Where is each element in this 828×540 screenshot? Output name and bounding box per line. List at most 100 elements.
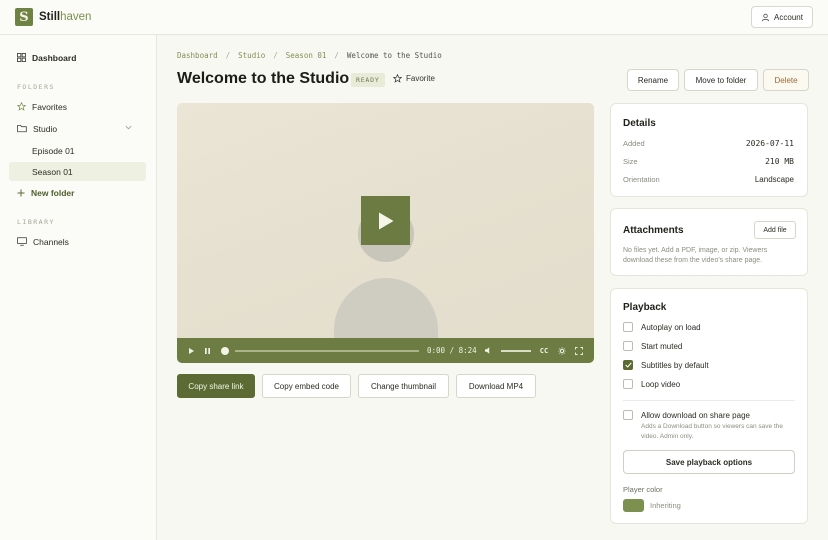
save-playback-button[interactable]: Save playback options: [623, 450, 795, 474]
settings-button[interactable]: [556, 338, 568, 363]
progress-scrubber[interactable]: [221, 347, 229, 355]
allow-download-option[interactable]: Allow download on share page: [623, 410, 750, 420]
sidebar-item-dashboard[interactable]: Dashboard: [9, 48, 146, 67]
sidebar-item-label: Episode 01: [32, 145, 75, 156]
breadcrumb-link[interactable]: Studio: [238, 51, 265, 60]
move-to-folder-button[interactable]: Move to folder: [684, 69, 758, 91]
delete-button[interactable]: Delete: [763, 69, 809, 91]
current-time: 0:00: [427, 346, 446, 355]
attachments-card: Attachments Add file No files yet. Add a…: [610, 208, 808, 276]
breadcrumb-separator: /: [273, 51, 278, 60]
details-card: Details Added 2026-07-11 Size 210 MB Ori…: [610, 103, 808, 197]
orientation-label: Orientation: [623, 175, 660, 184]
player-controls: 0:00 / 8:24 CC: [177, 338, 594, 363]
breadcrumb-separator: /: [225, 51, 231, 60]
breadcrumb-link[interactable]: Dashboard: [177, 51, 218, 60]
allow-download-checkbox[interactable]: [623, 410, 633, 420]
sidebar-item-label: Channels: [33, 236, 69, 247]
start-muted-checkbox[interactable]: [623, 341, 633, 351]
play-button[interactable]: [361, 196, 410, 245]
allow-download-label: Allow download on share page: [641, 410, 750, 420]
loop-checkbox[interactable]: [623, 379, 633, 389]
autoplay-option[interactable]: Autoplay on load: [623, 322, 701, 332]
autoplay-label: Autoplay on load: [641, 322, 701, 332]
star-icon: [17, 102, 26, 111]
fullscreen-button[interactable]: [573, 338, 585, 363]
folder-icon: [17, 124, 27, 133]
video-thumbnail-body: [334, 278, 438, 338]
download-mp4-button[interactable]: Download MP4: [456, 374, 536, 398]
volume-control[interactable]: [482, 338, 494, 363]
attachments-help-line: No files yet. Add a PDF, image, or zip. …: [623, 247, 768, 254]
account-label: Account: [774, 12, 803, 22]
sidebar-item-channels[interactable]: Channels: [9, 232, 146, 251]
new-folder-button[interactable]: New folder: [9, 183, 146, 202]
play-control[interactable]: [186, 338, 196, 363]
brand-name-part: Still: [39, 11, 61, 23]
sidebar-item-label: Season 01: [32, 166, 73, 177]
change-thumbnail-button[interactable]: Change thumbnail: [358, 374, 449, 398]
sidebar-item-studio[interactable]: Studio: [9, 119, 146, 138]
size-label: Size: [623, 157, 638, 166]
breadcrumb-current: Welcome to the Studio: [346, 51, 442, 60]
divider: [623, 400, 795, 401]
sidebar-item-label: Studio: [33, 123, 58, 134]
added-value: 2026-07-11: [745, 139, 794, 148]
pause-control[interactable]: [202, 338, 212, 363]
page-title: Welcome to the Studio: [177, 70, 350, 87]
chevron-down-icon[interactable]: [125, 125, 132, 130]
sidebar: Dashboard FOLDERS Favorites Studio Episo…: [0, 35, 157, 540]
favorite-button[interactable]: Favorite: [393, 74, 435, 83]
gear-icon: [558, 346, 566, 355]
sidebar-item-favorites[interactable]: Favorites: [9, 97, 146, 116]
autoplay-checkbox[interactable]: [623, 322, 633, 332]
grid-icon: [17, 53, 26, 62]
breadcrumb-link[interactable]: Season 01: [286, 51, 327, 60]
allow-download-help: Adds a Download button so viewers can sa…: [641, 423, 784, 430]
add-file-button[interactable]: Add file: [754, 221, 796, 239]
volume-icon: [484, 347, 489, 354]
playback-card: Playback Autoplay on load Start muted Su…: [610, 288, 808, 524]
player-color-swatch[interactable]: [623, 499, 644, 512]
section-label-folders: FOLDERS: [17, 83, 55, 91]
attachments-title: Attachments: [623, 225, 684, 236]
allow-download-help: video. Admin only.: [641, 433, 694, 440]
captions-button[interactable]: CC: [537, 338, 551, 363]
progress-track[interactable]: [235, 350, 419, 352]
video-player[interactable]: 0:00 / 8:24 CC: [177, 103, 594, 363]
loop-option[interactable]: Loop video: [623, 379, 680, 389]
subtitles-checkbox[interactable]: [623, 360, 633, 370]
loop-label: Loop video: [641, 379, 681, 389]
fullscreen-icon: [575, 346, 583, 355]
star-icon: [393, 74, 402, 83]
time-separator: /: [445, 346, 459, 355]
rename-button[interactable]: Rename: [627, 69, 679, 91]
volume-slider[interactable]: [501, 350, 531, 352]
timecode: 0:00 / 8:24: [427, 338, 477, 363]
size-value: 210 MB: [765, 157, 794, 166]
copy-share-link-button[interactable]: Copy share link: [177, 374, 255, 398]
subtitles-option[interactable]: Subtitles by default: [623, 360, 709, 370]
breadcrumb-separator: /: [334, 51, 339, 60]
pause-icon: [204, 347, 210, 354]
monitor-icon: [17, 237, 27, 246]
plus-icon: [17, 189, 25, 196]
details-title: Details: [623, 118, 656, 129]
logo[interactable]: S Stillhaven: [15, 8, 91, 26]
sidebar-item-season-01[interactable]: Season 01: [9, 162, 146, 181]
sidebar-item-label: Favorites: [32, 101, 67, 112]
player-color-state: Inheriting: [650, 501, 681, 510]
top-bar: S Stillhaven Account: [0, 0, 828, 35]
copy-embed-code-button[interactable]: Copy embed code: [262, 374, 351, 398]
added-label: Added: [623, 139, 645, 148]
sidebar-item-episode-01[interactable]: Episode 01: [9, 141, 146, 160]
status-badge: READY: [351, 73, 385, 87]
attachments-help-line: download these from the video's share pa…: [623, 257, 763, 264]
account-button[interactable]: Account: [751, 6, 813, 28]
start-muted-option[interactable]: Start muted: [623, 341, 682, 351]
brand-name: Stillhaven: [39, 11, 91, 23]
orientation-value: Landscape: [754, 175, 794, 184]
brand-name-accent: haven: [60, 11, 92, 23]
breadcrumb: Dashboard / Studio / Season 01 / Welcome…: [177, 51, 442, 60]
start-muted-label: Start muted: [641, 341, 683, 351]
